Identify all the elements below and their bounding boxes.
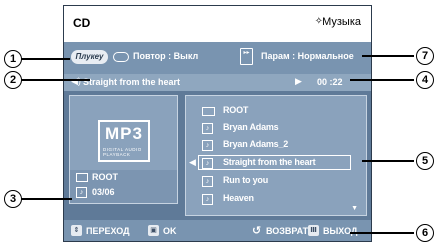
callout-line-6 (350, 232, 414, 234)
return-label[interactable]: ВОЗВРАТ (266, 226, 308, 236)
callout-1: 1 (4, 50, 22, 68)
list-item-label: Run to you (223, 175, 268, 185)
list-item[interactable]: ♪ Heaven (186, 191, 366, 207)
list-item-label: Bryan Adams_2 (223, 139, 289, 149)
page-title: CD (73, 16, 91, 30)
logo-text: MP3 (105, 124, 143, 143)
callout-6: 6 (416, 224, 434, 242)
list-item[interactable]: ♪ Run to you (186, 173, 366, 189)
music-note-icon: ♪ (202, 140, 213, 151)
list-item-label: Heaven (223, 193, 254, 203)
callout-line-3 (20, 198, 72, 200)
music-note-icon: ♪ (202, 194, 213, 205)
repeat-icon (113, 52, 129, 62)
move-label[interactable]: ПЕРЕХОД (86, 226, 130, 236)
list-item[interactable]: ♪ Bryan Adams_2 (186, 137, 366, 153)
callout-line-1 (20, 58, 70, 60)
folder-icon (202, 107, 215, 116)
params-status[interactable]: Парам : Нормальное (261, 51, 354, 61)
callout-line-7 (362, 55, 414, 57)
now-playing-bar: ◀) Straight from the heart ▶ 00 :22 (64, 74, 371, 91)
mode-label: Музыка (322, 16, 361, 28)
music-note-icon: ♪ (202, 123, 213, 134)
return-icon: ↺ (252, 225, 262, 237)
player-screen: CD ✧ Музыка Плукеу Повтор : Выкл ▸▸ Пара… (63, 5, 372, 242)
callout-4: 4 (416, 71, 434, 89)
callout-line-2 (20, 79, 90, 81)
speaker-icon: ◀) (71, 76, 81, 86)
folder-info: ROOT ♪ 03/06 (70, 170, 177, 203)
callout-7: 7 (416, 47, 434, 65)
exit-key-icon: Ⅲ (308, 225, 319, 236)
list-item-label: Straight from the heart (223, 157, 316, 167)
ok-key-icon: ▣ (148, 225, 159, 236)
callout-2: 2 (4, 71, 22, 89)
info-panel: MP3 DIGITAL AUDIO PLAYBACK ROOT ♪ 03/06 (69, 95, 178, 204)
file-list: ROOT ♪ Bryan Adams ♪ Bryan Adams_2 ◀ ♪ S… (185, 95, 367, 216)
list-item-root[interactable]: ROOT (186, 103, 366, 119)
speaker-icon: ◀ (189, 157, 196, 167)
music-note-icon: ♪ (76, 187, 87, 198)
track-counter: 03/06 (92, 187, 115, 197)
anykey-button[interactable]: Плукеу (71, 50, 108, 64)
folder-icon (76, 173, 88, 182)
callout-line-5 (362, 160, 414, 162)
callout-3: 3 (4, 190, 22, 208)
list-item[interactable]: ♪ Bryan Adams (186, 120, 366, 136)
control-bar: Плукеу Повтор : Выкл ▸▸ Парам : Нормальн… (64, 42, 371, 74)
list-item-label: ROOT (223, 105, 249, 115)
logo-subtext: DIGITAL AUDIO PLAYBACK (103, 147, 142, 157)
music-note-icon: ♪ (202, 176, 213, 187)
callout-line-4 (350, 79, 414, 81)
bottom-bar: ⇕ ПЕРЕХОД ▣ OK ↺ ВОЗВРАТ Ⅲ ВЫХОД (64, 220, 371, 241)
move-key-icon: ⇕ (71, 225, 82, 236)
list-item-label: Bryan Adams (223, 122, 279, 132)
mp3-logo: MP3 DIGITAL AUDIO PLAYBACK (98, 120, 150, 162)
music-note-icon: ♪ (202, 158, 213, 169)
play-icon: ▶ (295, 76, 302, 86)
callout-5: 5 (416, 152, 434, 170)
title-bar: CD ✧ Музыка (64, 6, 371, 42)
elapsed-time: 00 :22 (317, 77, 343, 87)
repeat-status[interactable]: Повтор : Выкл (133, 51, 198, 61)
folder-name: ROOT (92, 172, 118, 182)
current-track: Straight from the heart (83, 77, 181, 87)
exit-label[interactable]: ВЫХОД (323, 226, 357, 236)
scroll-down-icon[interactable]: ▼ (351, 205, 358, 212)
list-item-selected[interactable]: ◀ ♪ Straight from the heart (186, 155, 366, 171)
params-icon: ▸▸ (240, 48, 253, 65)
ok-label[interactable]: OK (163, 226, 177, 236)
